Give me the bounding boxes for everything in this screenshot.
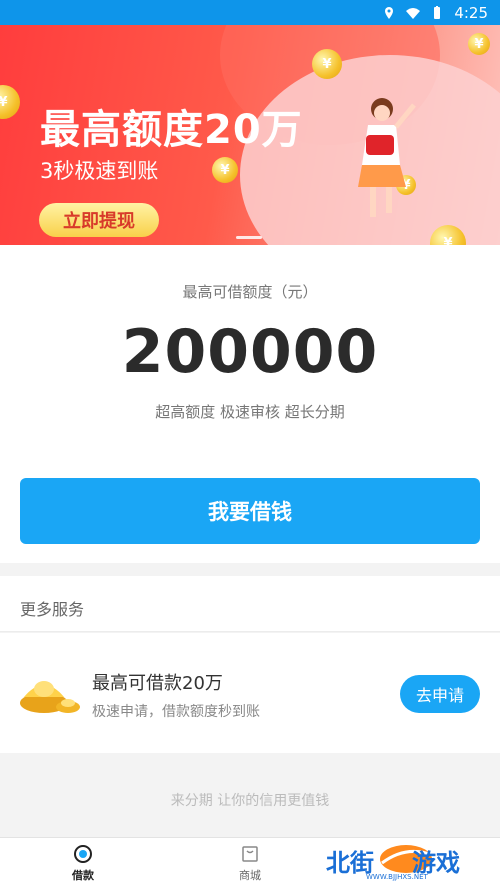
coin-icon: ¥ bbox=[212, 157, 238, 183]
tab-mall[interactable]: 商城 bbox=[200, 844, 300, 883]
carousel-indicator bbox=[236, 236, 262, 239]
tab-label: 商城 bbox=[239, 869, 261, 882]
max-limit-amount: 200000 bbox=[121, 317, 379, 387]
bottom-tab-bar: 借款 商城 北街 游戏 WWW.BJJHXS.NET bbox=[0, 837, 500, 889]
tab-loan[interactable]: 借款 bbox=[33, 844, 133, 883]
watermark-logo: 北街 游戏 WWW.BJJHXS.NET bbox=[320, 837, 490, 885]
watermark-url: WWW.BJJHXS.NET bbox=[366, 873, 428, 881]
gold-ingot-icon bbox=[20, 681, 80, 713]
mall-icon bbox=[242, 846, 258, 862]
wifi-icon bbox=[406, 7, 421, 19]
borrow-button[interactable]: 我要借钱 bbox=[20, 478, 480, 544]
apply-button[interactable]: 去申请 bbox=[400, 675, 480, 713]
service-description: 极速申请，借款额度秒到账 bbox=[92, 704, 260, 720]
service-title: 最高可借款20万 bbox=[92, 673, 223, 694]
status-bar: 4:25 bbox=[0, 0, 500, 25]
withdraw-now-button[interactable]: 立即提现 bbox=[39, 203, 159, 237]
loan-card: 最高可借额度（元） 200000 超高额度 极速审核 超长分期 我要借钱 bbox=[0, 245, 500, 563]
coin-icon: ¥ bbox=[468, 33, 490, 55]
tab-label: 借款 bbox=[72, 869, 94, 882]
battery-icon bbox=[434, 5, 441, 19]
max-limit-label: 最高可借额度（元） bbox=[182, 283, 318, 301]
footer-slogan: 来分期 让你的信用更值钱 bbox=[170, 793, 330, 809]
loan-tagline: 超高额度 极速审核 超长分期 bbox=[155, 403, 345, 421]
location-icon bbox=[385, 6, 394, 19]
banner-subline: 3秒极速到账 bbox=[40, 159, 159, 183]
banner-headline: 最高额度20万 bbox=[40, 107, 303, 153]
more-services-title: 更多服务 bbox=[20, 600, 85, 619]
coin-icon: ¥ bbox=[0, 85, 20, 119]
status-time: 4:25 bbox=[454, 3, 488, 22]
service-item[interactable]: 最高可借款20万 极速申请，借款额度秒到账 去申请 bbox=[0, 633, 500, 753]
coin-icon: ¥ bbox=[312, 49, 342, 79]
promo-banner[interactable]: ¥ ¥ ¥ ¥ ¥ ¥ 最高额度20万 3秒极速到账 立即提现 bbox=[0, 25, 500, 245]
more-services-header: 更多服务 bbox=[0, 576, 500, 632]
loan-icon bbox=[74, 845, 92, 863]
girl-illustration bbox=[358, 98, 416, 217]
